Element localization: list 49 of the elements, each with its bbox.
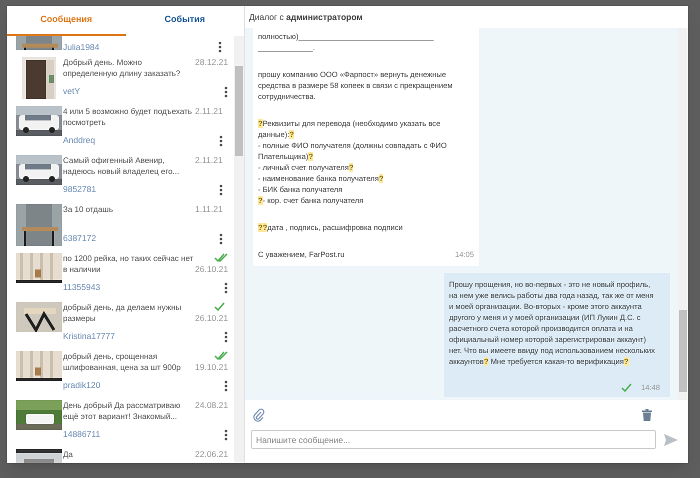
paperclip-icon[interactable] bbox=[253, 408, 265, 422]
message-input[interactable]: Напишите сообщение... bbox=[251, 430, 656, 449]
more-icon[interactable] bbox=[224, 330, 228, 343]
message-preview: Самый офигенный Авенир, надеюсь новый владелец его... bbox=[63, 155, 180, 177]
tab[interactable]: События bbox=[126, 6, 244, 36]
username[interactable]: vetY bbox=[63, 85, 80, 98]
message-preview: по 1200 рейка, но таких сейчас нет в наличии bbox=[63, 253, 194, 275]
more-icon[interactable] bbox=[218, 184, 223, 196]
message-preview: За 10 отдашь bbox=[63, 204, 114, 215]
date: 2.11.21 bbox=[195, 155, 223, 166]
message-preview: Добрый день. Можно определенную длину заказать? bbox=[63, 57, 182, 79]
date: 22.06.21 bbox=[195, 449, 228, 460]
more-icon[interactable] bbox=[218, 41, 222, 53]
message-preview: Да bbox=[63, 449, 74, 460]
username[interactable]: 6387172 bbox=[63, 232, 96, 245]
message-preview: добрый день, срощенная шлифованная, цена за шт 900р bbox=[63, 351, 182, 373]
conversation-item[interactable]: День добрый Да рассматриваю ещё этот вариант! Знакомый... 24.08.21 14886711 bbox=[7, 396, 234, 445]
conversation-item[interactable]: Добрый день. Можно определенную длину заказать? 28.12.21 vetY bbox=[7, 53, 234, 102]
more-icon[interactable] bbox=[224, 380, 228, 392]
date: 1.11.21 bbox=[195, 204, 223, 215]
message-preview: День добрый Да рассматриваю ещё этот вариант! Знакомый... bbox=[63, 400, 182, 422]
date: 24.08.21 bbox=[195, 400, 228, 411]
date: 19.10.21 bbox=[195, 362, 228, 373]
message-preview: 4 или 5 возможно будет подъехать посмотреть bbox=[63, 106, 193, 128]
trash-icon[interactable] bbox=[642, 409, 652, 421]
conversation-item[interactable]: 4 или 5 возможно будет подъехать посмотреть 2.11.21 Anddreq bbox=[7, 102, 234, 151]
message-preview: добрый день, да делаем нужны размеры bbox=[63, 302, 182, 324]
more-icon[interactable] bbox=[218, 232, 223, 245]
conversation-item[interactable]: За 10 отдашь 1.11.21 6387172 bbox=[7, 200, 234, 249]
more-icon[interactable] bbox=[224, 282, 228, 294]
more-icon[interactable] bbox=[224, 86, 228, 98]
conversation-item[interactable]: по 1200 рейка, но таких сейчас нет в наличии 26.10.21 11355943 bbox=[7, 249, 234, 298]
conversation-item[interactable]: добрый день, срощенная шлифованная, цена за шт 900р 19.10.21 pradik120 bbox=[7, 347, 234, 396]
conversation-item[interactable]: добрый день, да делаем нужны размеры 26.10.21 Kristina17777 bbox=[7, 298, 234, 347]
date: 28.12.21 bbox=[195, 57, 228, 68]
username[interactable]: Julia1984 bbox=[63, 42, 218, 53]
scrollbar[interactable] bbox=[234, 36, 244, 463]
more-icon[interactable] bbox=[218, 134, 223, 147]
date: 2.11.21 bbox=[195, 106, 223, 117]
dialog-title: Диалог с администратором bbox=[249, 10, 363, 24]
more-icon[interactable] bbox=[224, 428, 228, 441]
date: 26.10.21 bbox=[195, 264, 228, 275]
date: 26.10.21 bbox=[195, 313, 228, 324]
username[interactable]: 14886711 bbox=[63, 428, 100, 441]
conversation-item[interactable]: Да 22.06.21 bbox=[7, 445, 234, 463]
username[interactable]: 9852781 bbox=[63, 183, 96, 196]
scrollbar[interactable] bbox=[678, 28, 688, 400]
username[interactable]: Kristina17777 bbox=[63, 330, 115, 343]
conversation-item[interactable]: Самый офигенный Авенир, надеюсь новый владелец его... 2.11.21 9852781 bbox=[7, 151, 234, 200]
